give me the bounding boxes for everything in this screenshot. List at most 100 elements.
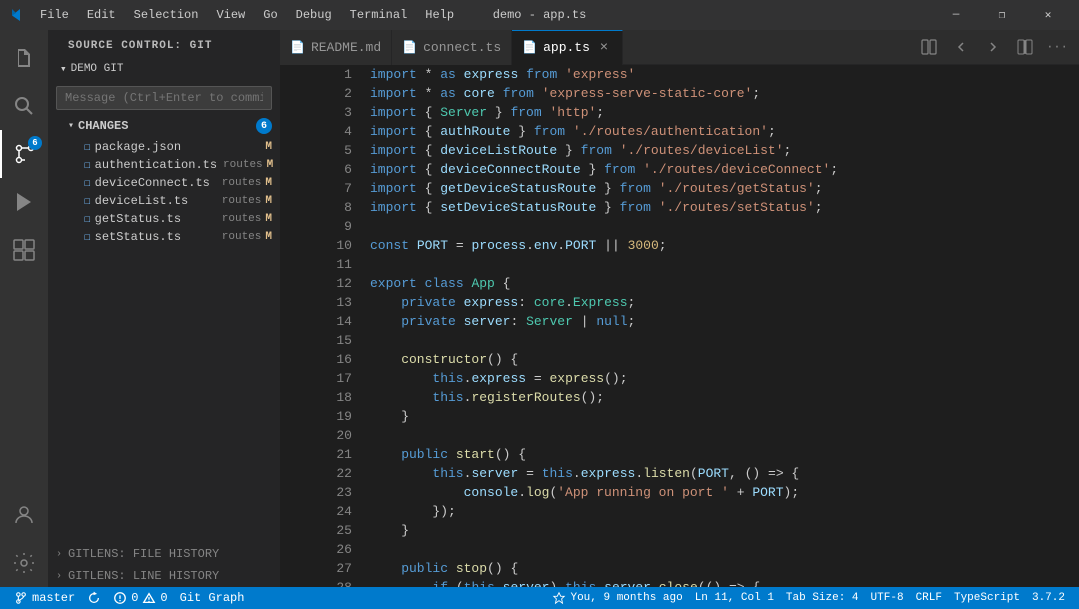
- tab-size-label: Tab Size: 4: [786, 592, 859, 604]
- line-number: 8: [296, 198, 368, 217]
- tab-close-button[interactable]: ×: [596, 40, 612, 56]
- file-status: M: [265, 213, 272, 225]
- version-label: 3.7.2: [1032, 592, 1065, 604]
- menu-debug[interactable]: Debug: [288, 6, 340, 24]
- eol-status[interactable]: CRLF: [910, 587, 948, 609]
- activity-explorer[interactable]: [0, 34, 48, 82]
- menu-terminal[interactable]: Terminal: [342, 6, 416, 24]
- chevron-right-icon: ›: [56, 571, 62, 582]
- maximize-button[interactable]: ❐: [979, 0, 1025, 30]
- encoding-status[interactable]: UTF-8: [865, 587, 910, 609]
- line-content: private server: Server | null;: [368, 312, 1079, 331]
- line-content: }: [368, 521, 1079, 540]
- table-row: 8 import { setDeviceStatusRoute } from '…: [296, 198, 1079, 217]
- table-row: 26: [296, 540, 1079, 559]
- sidebar: SOURCE CONTROL: GIT ▾ DEMO GIT ▾ CHANGES…: [48, 30, 280, 587]
- code-table: 1 import * as express from 'express' 2 i…: [296, 65, 1079, 587]
- go-back-button[interactable]: [947, 33, 975, 61]
- line-content: this.express = express();: [368, 369, 1079, 388]
- changes-section: ▾ CHANGES 6 ☐ package.json M ☐ authentic…: [48, 114, 280, 246]
- menu-go[interactable]: Go: [255, 6, 285, 24]
- activity-search[interactable]: [0, 82, 48, 130]
- tab-app-ts[interactable]: 📄 app.ts ×: [512, 30, 623, 65]
- file-status: M: [265, 141, 272, 153]
- line-number: 5: [296, 141, 368, 160]
- line-number: 4: [296, 122, 368, 141]
- gitlens-file-label: GITLENS: FILE HISTORY: [68, 547, 219, 561]
- tab-connect[interactable]: 📄 connect.ts: [392, 30, 512, 65]
- table-row: 25 }: [296, 521, 1079, 540]
- file-icon: 📄: [290, 40, 305, 55]
- file-type: routes: [222, 195, 262, 207]
- gitlens-file-history[interactable]: › GITLENS: FILE HISTORY: [48, 543, 280, 565]
- activity-accounts[interactable]: [0, 491, 48, 539]
- more-actions-button[interactable]: ···: [1043, 33, 1071, 61]
- activity-settings[interactable]: [0, 539, 48, 587]
- go-forward-button[interactable]: [979, 33, 1007, 61]
- menu-selection[interactable]: Selection: [126, 6, 207, 24]
- table-row: 3 import { Server } from 'http';: [296, 103, 1079, 122]
- menu-file[interactable]: File: [32, 6, 77, 24]
- file-item-set-status[interactable]: ☐ setStatus.ts routes M: [48, 228, 280, 246]
- branch-name: master: [32, 591, 75, 605]
- sync-icon: [87, 591, 101, 605]
- line-number: 19: [296, 407, 368, 426]
- file-item-package-json[interactable]: ☐ package.json M: [48, 138, 280, 156]
- line-number: 7: [296, 179, 368, 198]
- activity-run[interactable]: [0, 178, 48, 226]
- tab-bar: 📄 README.md 📄 connect.ts 📄 app.ts ×: [280, 30, 1079, 65]
- line-content: import { deviceConnectRoute } from './ro…: [368, 160, 1079, 179]
- code-editor[interactable]: 1 import * as express from 'express' 2 i…: [280, 65, 1079, 587]
- git-blame-status[interactable]: You, 9 months ago: [546, 587, 688, 609]
- errors-status[interactable]: 0 0: [107, 587, 173, 609]
- commit-message-input[interactable]: [56, 86, 272, 110]
- table-row: 23 console.log('App running on port ' + …: [296, 483, 1079, 502]
- source-control-badge: 6: [28, 136, 42, 150]
- line-content: import * as core from 'express-serve-sta…: [368, 84, 1079, 103]
- language-label: TypeScript: [954, 592, 1020, 604]
- menu-edit[interactable]: Edit: [79, 6, 124, 24]
- line-content: console.log('App running on port ' + POR…: [368, 483, 1079, 502]
- file-item-authentication[interactable]: ☐ authentication.ts routes M: [48, 156, 280, 174]
- sidebar-header: SOURCE CONTROL: GIT: [48, 30, 280, 56]
- split-right-button[interactable]: [1011, 33, 1039, 61]
- language-status[interactable]: TypeScript: [948, 587, 1026, 609]
- tab-readme[interactable]: 📄 README.md: [280, 30, 392, 65]
- line-number: 27: [296, 559, 368, 578]
- warning-icon: [142, 591, 156, 605]
- table-row: 21 public start() {: [296, 445, 1079, 464]
- gitlens-line-label: GITLENS: LINE HISTORY: [68, 569, 219, 583]
- titlebar: File Edit Selection View Go Debug Termin…: [0, 0, 1079, 30]
- git-graph-button[interactable]: Git Graph: [174, 587, 251, 609]
- table-row: 18 this.registerRoutes();: [296, 388, 1079, 407]
- file-item-device-connect[interactable]: ☐ deviceConnect.ts routes M: [48, 174, 280, 192]
- file-status: M: [267, 159, 274, 171]
- version-status[interactable]: 3.7.2: [1026, 587, 1071, 609]
- changes-section-header[interactable]: ▾ CHANGES 6: [48, 114, 280, 138]
- git-graph-label: Git Graph: [180, 591, 245, 605]
- cursor-position[interactable]: Ln 11, Col 1: [689, 587, 780, 609]
- line-content: import { authRoute } from './routes/auth…: [368, 122, 1079, 141]
- table-row: 13 private express: core.Express;: [296, 293, 1079, 312]
- tab-size-status[interactable]: Tab Size: 4: [780, 587, 865, 609]
- line-content: [368, 331, 1079, 350]
- file-item-device-list[interactable]: ☐ deviceList.ts routes M: [48, 192, 280, 210]
- gitlens-line-history[interactable]: › GITLENS: LINE HISTORY: [48, 565, 280, 587]
- line-number: 15: [296, 331, 368, 350]
- sync-button[interactable]: [81, 587, 107, 609]
- minimize-button[interactable]: —: [933, 0, 979, 30]
- split-editor-button[interactable]: [915, 33, 943, 61]
- close-button[interactable]: ✕: [1025, 0, 1071, 30]
- menu-view[interactable]: View: [208, 6, 253, 24]
- activity-extensions[interactable]: [0, 226, 48, 274]
- line-number: 26: [296, 540, 368, 559]
- branch-status[interactable]: master: [8, 587, 81, 609]
- table-row: 6 import { deviceConnectRoute } from './…: [296, 160, 1079, 179]
- file-type: routes: [222, 177, 262, 189]
- activity-source-control[interactable]: 6: [0, 130, 48, 178]
- menu-help[interactable]: Help: [417, 6, 462, 24]
- file-item-get-status[interactable]: ☐ getStatus.ts routes M: [48, 210, 280, 228]
- code-content[interactable]: 1 import * as express from 'express' 2 i…: [280, 65, 1079, 587]
- line-number: 3: [296, 103, 368, 122]
- table-row: 14 private server: Server | null;: [296, 312, 1079, 331]
